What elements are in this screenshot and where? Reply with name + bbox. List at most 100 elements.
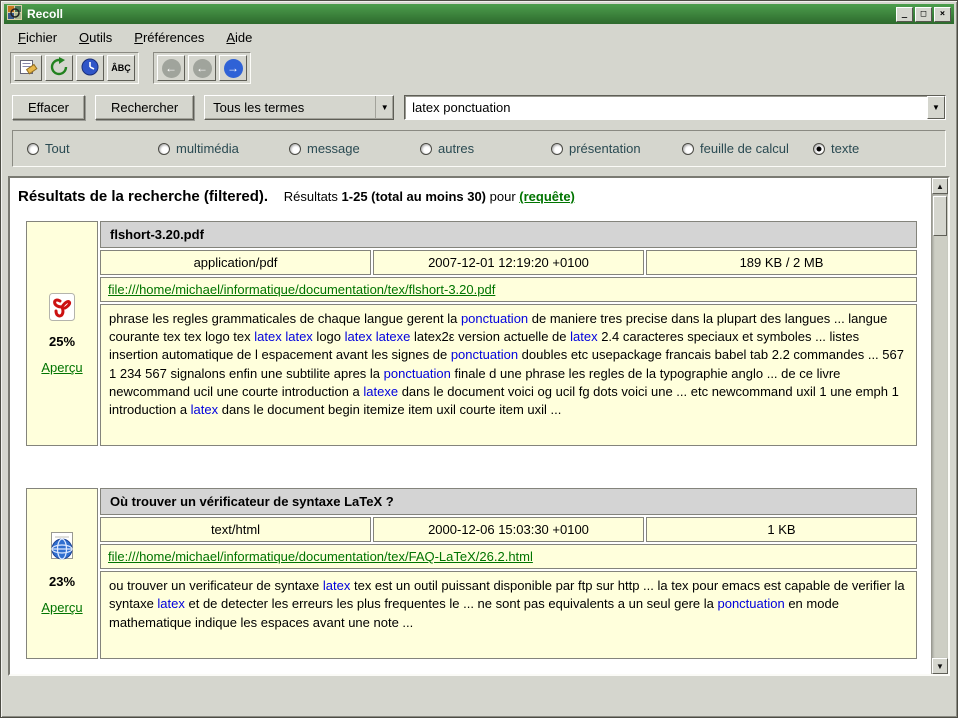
preview-link[interactable]: Aperçu [41,600,82,615]
highlighted-term: latex latex [254,329,313,344]
next-page-icon: → [224,59,243,78]
result-url-link[interactable]: file:///home/michael/informatique/docume… [108,549,533,564]
results-header: Résultats de la recherche (filtered). Ré… [16,182,927,205]
highlighted-term: ponctuation [717,596,784,611]
highlighted-term: latex [157,596,184,611]
radio-icon[interactable] [420,143,432,155]
scrollbar-thumb[interactable] [933,196,947,236]
next-page-button[interactable]: → [219,55,247,81]
results-scrollbar[interactable]: ▲ ▼ [931,178,948,674]
radio-icon[interactable] [813,143,825,155]
preview-link[interactable]: Aperçu [41,360,82,375]
result-mime-type: text/html [100,517,371,542]
clear-search-button[interactable] [14,55,42,81]
previous-page-icon: ← [193,59,212,78]
radio-icon[interactable] [27,143,39,155]
radio-icon[interactable] [551,143,563,155]
results-panel: Résultats de la recherche (filtered). Ré… [8,176,950,676]
clock-icon [80,57,100,80]
result-size: 189 KB / 2 MB [646,250,917,275]
chevron-down-icon[interactable]: ▼ [375,96,393,119]
highlighted-term: latex [323,578,350,593]
titlebar[interactable]: Recoll _ □ × [4,4,954,24]
pdf-file-icon [47,292,77,323]
scroll-up-button[interactable]: ▲ [932,178,948,194]
result-url-link[interactable]: file:///home/michael/informatique/docume… [108,282,495,297]
result-entry: 25% Aperçu flshort-3.20.pdfapplication/pdf… [26,221,917,446]
results-header-title: Résultats de la recherche (filtered). [18,188,268,205]
filter-option-label: multimédia [176,141,239,156]
menu-item-aide[interactable]: Aide [218,28,260,47]
first-page-icon: ← [162,59,181,78]
menubar: Fichier Outils Préférences Aide [4,24,954,50]
term-explorer-button[interactable]: ÂBÇ [107,55,135,81]
filter-option-label: texte [831,141,859,156]
filter-option-message[interactable]: message [289,141,420,156]
results-count: pour [486,189,519,204]
html-file-icon [47,532,77,563]
results-list: 25% Aperçu flshort-3.20.pdfapplication/pdf… [16,221,927,659]
menu-item-préférences[interactable]: Préférences [126,28,212,47]
filter-option-label: Tout [45,141,70,156]
highlighted-term: latex [570,329,597,344]
results-content: Résultats de la recherche (filtered). Ré… [10,178,931,674]
history-button[interactable] [76,55,104,81]
query-link[interactable]: (requête) [519,189,575,204]
result-side-panel: 23% Aperçu [26,488,98,659]
radio-icon[interactable] [158,143,170,155]
chevron-down-icon[interactable]: ▼ [927,96,945,119]
tool-group-pages: ← ← → [153,52,251,84]
term-explorer-icon: ÂBÇ [111,63,131,73]
search-button[interactable]: Rechercher [95,95,194,120]
tool-group-search: ÂBÇ [10,52,139,84]
filter-option-présentation[interactable]: présentation [551,141,682,156]
search-bar: Effacer Rechercher Tous les termes ▼ lat… [4,88,954,127]
result-url-cell: file:///home/michael/informatique/docume… [100,544,917,569]
filter-option-label: message [307,141,360,156]
update-index-button[interactable] [45,55,73,81]
result-snippet: ou trouver un verificateur de syntaxe la… [100,571,917,659]
result-snippet: phrase les regles grammaticales de chaqu… [100,304,917,446]
recoll-window: Recoll _ □ × Fichier Outils Préférences Aid… [0,0,958,718]
radio-icon[interactable] [289,143,301,155]
result-entry: 23% Aperçu Où trouver un vérificateur de s… [26,488,917,659]
highlighted-term: ponctuation [461,311,528,326]
result-info-row: application/pdf2007-12-01 12:19:20 +0100… [100,250,917,275]
filter-option-tout[interactable]: Tout [27,141,158,156]
clear-button[interactable]: Effacer [12,95,85,120]
clear-form-icon [18,57,38,80]
filter-option-label: feuille de calcul [700,141,789,156]
query-value[interactable]: latex ponctuation [405,96,927,119]
highlighted-term: latexe [363,384,398,399]
result-title: Où trouver un vérificateur de syntaxe La… [100,488,917,515]
relevance-percent: 23% [49,574,75,589]
filter-option-label: autres [438,141,474,156]
highlighted-term: ponctuation [451,347,518,362]
first-page-button[interactable]: ← [157,55,185,81]
result-date: 2007-12-01 12:19:20 +0100 [373,250,644,275]
menu-item-outils[interactable]: Outils [71,28,120,47]
highlighted-term: latex latexe [345,329,411,344]
result-date: 2000-12-06 15:03:30 +0100 [373,517,644,542]
filter-option-autres[interactable]: autres [420,141,551,156]
previous-page-button[interactable]: ← [188,55,216,81]
relevance-percent: 25% [49,334,75,349]
highlighted-term: latex [191,402,218,417]
radio-icon[interactable] [682,143,694,155]
result-side-panel: 25% Aperçu [26,221,98,446]
maximize-button[interactable]: □ [915,7,932,22]
scrollbar-track[interactable] [932,194,948,658]
filter-option-multimédia[interactable]: multimédia [158,141,289,156]
filter-option-feuille-de-calcul[interactable]: feuille de calcul [682,141,813,156]
minimize-button[interactable]: _ [896,7,913,22]
scroll-down-button[interactable]: ▼ [932,658,948,674]
search-mode-select[interactable]: Tous les termes ▼ [204,95,394,120]
window-controls: _ □ × [896,7,951,22]
recoll-app-icon [7,5,22,23]
query-input[interactable]: latex ponctuation ▼ [404,95,946,120]
result-title: flshort-3.20.pdf [100,221,917,248]
menu-item-fichier[interactable]: Fichier [10,28,65,47]
filter-option-texte[interactable]: texte [813,141,859,156]
close-button[interactable]: × [934,7,951,22]
filter-bar: Tout multimédia message autres présentation f… [12,130,946,167]
